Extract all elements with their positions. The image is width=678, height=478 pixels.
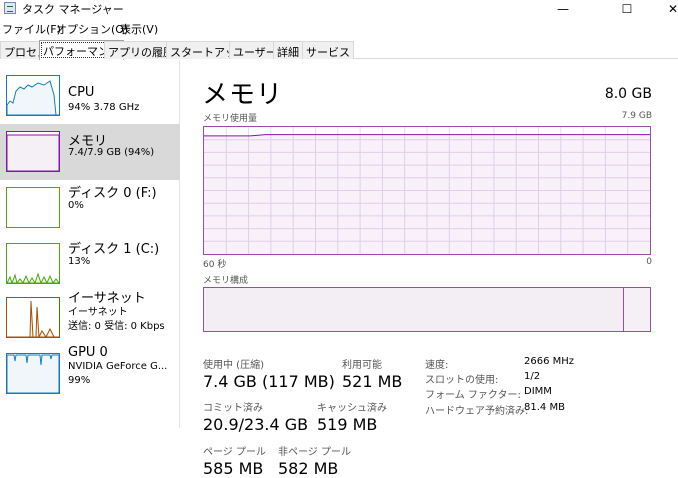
sidebar-item-disk-0[interactable]: ディスク 0 (F:) 0%	[0, 180, 180, 236]
sidebar-item-ethernet[interactable]: イーサネット イーサネット 送信: 0 受信: 0 Kbps	[0, 290, 180, 346]
memory-usage-graph	[203, 126, 651, 255]
gpu-thumbnail-graph	[6, 353, 60, 394]
task-manager-icon	[4, 2, 16, 14]
usage-graph-svg	[204, 127, 650, 254]
detail-speed-key: 速度:	[425, 360, 449, 371]
sidebar-item-label: GPU 0	[68, 345, 108, 360]
sidebar-item-sub: イーサネット	[68, 307, 128, 318]
detail-speed-value: 2666 MHz	[524, 356, 575, 367]
menu-bar: ファイル(F) オプション(O) 表示(V)	[0, 19, 678, 37]
sidebar-item-sub2: 99%	[68, 375, 91, 386]
detail-form-factor-key: フォーム ファクター:	[425, 390, 521, 401]
disk0-thumbnail-graph	[6, 187, 60, 228]
sidebar-item-sub: NVIDIA GeForce G...	[68, 361, 168, 372]
close-button[interactable]: ✕	[650, 0, 678, 17]
stat-cached-label: キャッシュ済み	[317, 403, 387, 414]
menu-file[interactable]: ファイル(F)	[2, 21, 61, 37]
stat-committed-value: 20.9/23.4 GB	[203, 415, 309, 434]
sidebar-item-sub: 7.4/7.9 GB (94%)	[68, 147, 155, 158]
time-axis-left: 60 秒	[203, 260, 227, 270]
sidebar-item-gpu[interactable]: GPU 0 NVIDIA GeForce G... 99%	[0, 345, 180, 402]
sidebar-item-label: CPU	[68, 85, 95, 100]
stat-paged-pool-value: 585 MB	[203, 459, 264, 478]
sidebar-item-sub: 94% 3.78 GHz	[68, 102, 140, 113]
cpu-thumbnail-graph	[6, 75, 60, 116]
stat-committed-label: コミット済み	[203, 403, 263, 414]
memory-composition-bar	[203, 287, 651, 332]
stat-available-value: 521 MB	[342, 372, 403, 391]
tab-bar: プロセス パフォーマンス アプリの履歴 スタートアップ ユーザー 詳細 サービス	[0, 39, 678, 60]
composition-in-use	[204, 288, 624, 331]
detail-form-factor-value: DIMM	[524, 386, 552, 397]
minimize-button[interactable]: —	[540, 0, 586, 17]
stat-cached-value: 519 MB	[317, 415, 378, 434]
disk1-thumbnail-graph	[6, 243, 60, 284]
resource-sidebar: CPU 94% 3.78 GHz メモリ 7.4/7.9 GB (94%) ディ…	[0, 60, 180, 428]
memory-detail-panel: メモリ 8.0 GB メモリ使用量 7.9 GB 60 秒 0 メモリ構成 使用…	[182, 60, 678, 478]
time-axis-right: 0	[646, 257, 652, 267]
ethernet-thumbnail-graph	[6, 297, 60, 338]
sidebar-item-sub: 0%	[68, 200, 84, 211]
stat-nonpaged-pool-label: 非ページ プール	[278, 447, 351, 458]
composition-label: メモリ構成	[203, 276, 249, 286]
stat-in-use-value: 7.4 GB (117 MB)	[203, 372, 335, 391]
menu-view[interactable]: 表示(V)	[120, 21, 158, 37]
stat-available-label: 利用可能	[342, 360, 382, 371]
sidebar-item-disk-1[interactable]: ディスク 1 (C:) 13%	[0, 236, 180, 292]
detail-reserved-key: ハードウェア予約済み:	[425, 406, 529, 417]
window-title: タスク マネージャー	[22, 3, 124, 16]
usage-graph-max: 7.9 GB	[621, 111, 652, 121]
sidebar-item-label: ディスク 1 (C:)	[68, 242, 160, 257]
detail-reserved-value: 81.4 MB	[524, 402, 565, 413]
title-bar: タスク マネージャー — ☐ ✕	[0, 0, 678, 17]
page-title: メモリ	[202, 80, 284, 110]
sidebar-item-label: ディスク 0 (F:)	[68, 186, 157, 201]
detail-slots-value: 1/2	[524, 371, 541, 382]
menu-options[interactable]: オプション(O)	[56, 21, 128, 37]
stat-nonpaged-pool-value: 582 MB	[278, 459, 339, 478]
sidebar-item-memory[interactable]: メモリ 7.4/7.9 GB (94%)	[0, 124, 180, 180]
sidebar-item-sub2: 送信: 0 受信: 0 Kbps	[68, 321, 165, 332]
memory-capacity: 8.0 GB	[604, 86, 652, 102]
tab-details[interactable]: 詳細	[273, 41, 303, 59]
memory-thumbnail-graph	[6, 131, 60, 172]
detail-slots-key: スロットの使用:	[425, 375, 499, 386]
usage-graph-label: メモリ使用量	[203, 114, 258, 124]
tab-services[interactable]: サービス	[302, 41, 354, 59]
usage-area	[204, 134, 650, 254]
sidebar-item-sub: 13%	[68, 256, 91, 267]
maximize-button[interactable]: ☐	[604, 0, 650, 17]
stat-in-use-label: 使用中 (圧縮)	[203, 360, 264, 371]
sidebar-item-cpu[interactable]: CPU 94% 3.78 GHz	[0, 68, 180, 124]
stat-paged-pool-label: ページ プール	[203, 447, 266, 458]
